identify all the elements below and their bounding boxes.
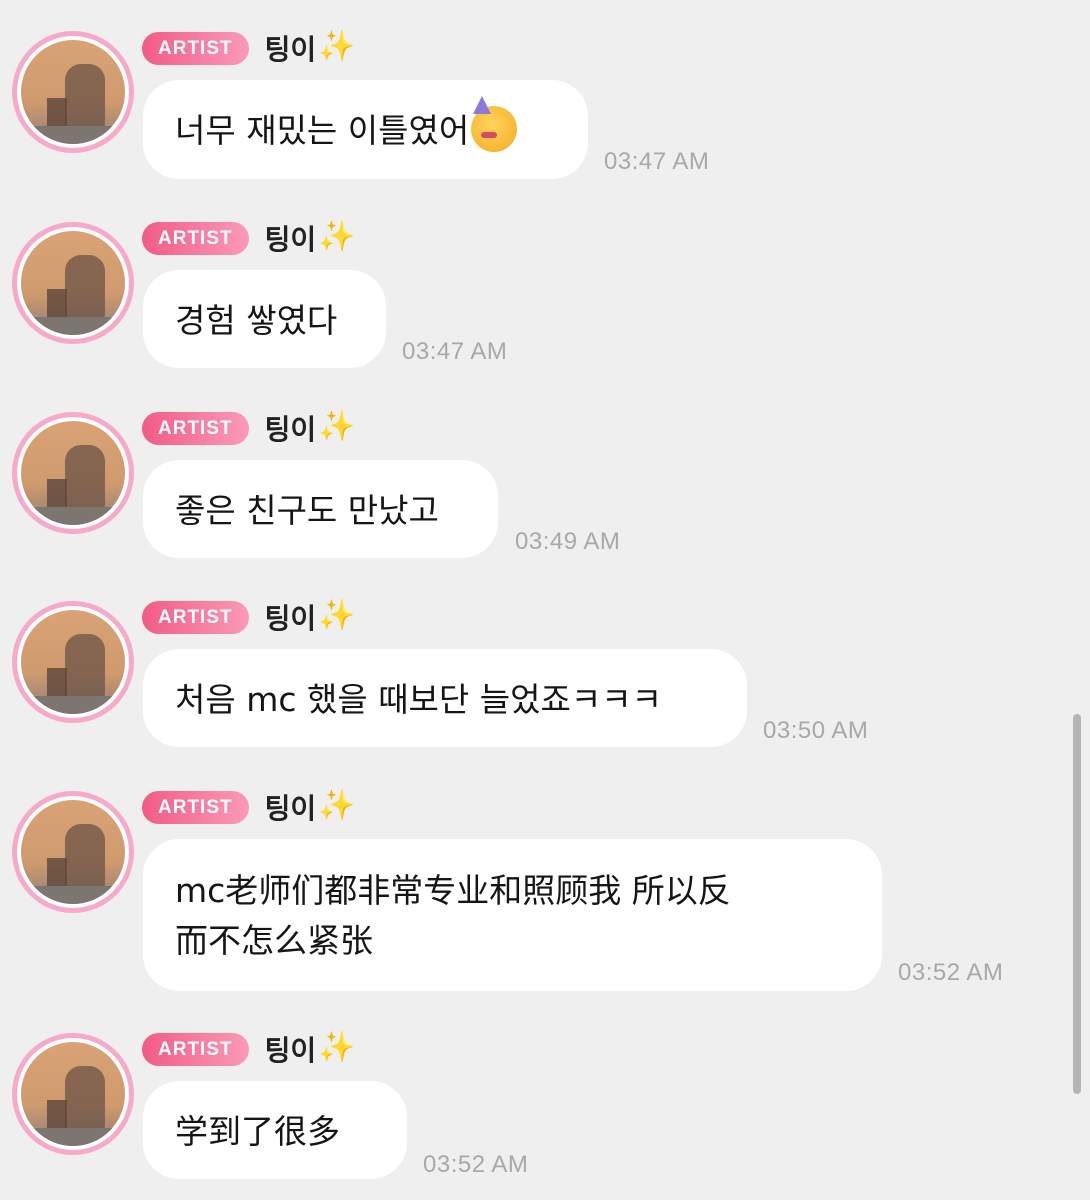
sender-name[interactable]: 팅이 xyxy=(265,597,317,637)
message-bubble[interactable]: 学到了很多 xyxy=(143,1081,407,1179)
scrollbar[interactable] xyxy=(1073,714,1081,1094)
sparkles-icon: ✨ xyxy=(318,408,356,444)
message-header: ARTIST 팅이 ✨ xyxy=(142,597,356,637)
sender-name[interactable]: 팅이 xyxy=(265,408,317,448)
sender-name[interactable]: 팅이 xyxy=(265,28,317,68)
avatar[interactable] xyxy=(12,791,134,913)
sparkles-icon: ✨ xyxy=(318,28,356,64)
message-time: 03:47 AM xyxy=(402,338,508,365)
message-header: ARTIST 팅이 ✨ xyxy=(142,218,356,258)
message-text: 처음 mc 했을 때보단 늘었죠ㅋㅋㅋ xyxy=(175,680,662,719)
partying-face-icon xyxy=(471,96,518,152)
message-text: mc老师们都非常专业和照顾我 所以反 xyxy=(175,871,731,910)
avatar[interactable] xyxy=(12,601,134,723)
chat-message-list[interactable]: ARTIST 팅이 ✨ 너무 재밌는 이틀였어 03:47 AM ARTIST … xyxy=(0,0,1090,1200)
sender-name[interactable]: 팅이 xyxy=(265,787,317,827)
sender-name[interactable]: 팅이 xyxy=(265,218,317,258)
message-header: ARTIST 팅이 ✨ xyxy=(142,28,356,68)
sparkles-icon: ✨ xyxy=(318,597,356,633)
sparkles-icon: ✨ xyxy=(318,787,356,823)
avatar-photo xyxy=(21,1042,125,1146)
message-text: 너무 재밌는 이틀였어 xyxy=(175,111,470,150)
message-bubble[interactable]: 경험 쌓였다 xyxy=(143,270,386,368)
sparkles-icon: ✨ xyxy=(318,1029,356,1065)
sender-name[interactable]: 팅이 xyxy=(265,1029,317,1069)
avatar-photo xyxy=(21,421,125,525)
message-time: 03:52 AM xyxy=(423,1151,529,1178)
message-time: 03:50 AM xyxy=(763,717,869,744)
message-time: 03:47 AM xyxy=(604,148,710,175)
message-bubble[interactable]: mc老师们都非常专业和照顾我 所以反 而不怎么紧张 xyxy=(143,839,882,991)
artist-badge: ARTIST xyxy=(142,790,249,824)
message-text: 学到了很多 xyxy=(175,1112,340,1151)
message-header: ARTIST 팅이 ✨ xyxy=(142,1029,356,1069)
avatar[interactable] xyxy=(12,222,134,344)
message-text: 경험 쌓였다 xyxy=(175,301,338,340)
message-time: 03:52 AM xyxy=(898,959,1004,986)
avatar[interactable] xyxy=(12,1033,134,1155)
message-header: ARTIST 팅이 ✨ xyxy=(142,408,356,448)
message-bubble[interactable]: 처음 mc 했을 때보단 늘었죠ㅋㅋㅋ xyxy=(143,649,747,747)
message-time: 03:49 AM xyxy=(515,528,621,555)
avatar-photo xyxy=(21,800,125,904)
sparkles-icon: ✨ xyxy=(318,218,356,254)
artist-badge: ARTIST xyxy=(142,31,249,65)
avatar-photo xyxy=(21,40,125,144)
avatar-photo xyxy=(21,610,125,714)
artist-badge: ARTIST xyxy=(142,221,249,255)
message-bubble[interactable]: 너무 재밌는 이틀였어 xyxy=(143,80,588,179)
message-header: ARTIST 팅이 ✨ xyxy=(142,787,356,827)
artist-badge: ARTIST xyxy=(142,600,249,634)
avatar[interactable] xyxy=(12,31,134,153)
avatar[interactable] xyxy=(12,412,134,534)
message-text: 좋은 친구도 만났고 xyxy=(175,491,439,530)
message-bubble[interactable]: 좋은 친구도 만났고 xyxy=(143,460,498,558)
artist-badge: ARTIST xyxy=(142,1032,249,1066)
avatar-photo xyxy=(21,231,125,335)
message-text: 而不怎么紧张 xyxy=(175,921,373,960)
artist-badge: ARTIST xyxy=(142,411,249,445)
